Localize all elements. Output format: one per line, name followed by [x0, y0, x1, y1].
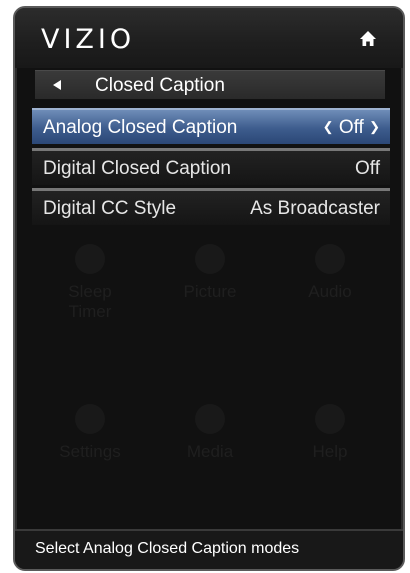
background-main-menu: Sleep Timer Picture Audio Settings Media…: [35, 244, 385, 514]
breadcrumb-bar[interactable]: Closed Caption: [35, 70, 385, 99]
chevron-right-icon[interactable]: ❯: [369, 119, 380, 134]
help-icon: [315, 404, 345, 434]
chevron-left-icon[interactable]: ❮: [323, 119, 334, 134]
media-icon: [195, 404, 225, 434]
tv-menu-panel: VIZIO Closed Caption Analog Closed Capti…: [13, 6, 405, 571]
clock-icon: [75, 244, 105, 274]
ghost-item-media: Media: [155, 404, 265, 462]
ghost-item-sleep-timer: Sleep Timer: [35, 244, 145, 322]
menu-item-digital-cc-style[interactable]: Digital CC Style As Broadcaster: [32, 188, 390, 225]
status-text: Select Analog Closed Caption modes: [35, 540, 300, 557]
status-bar: Select Analog Closed Caption modes: [15, 529, 403, 569]
back-arrow-icon[interactable]: [53, 80, 61, 90]
ghost-item-settings: Settings: [35, 404, 145, 462]
picture-icon: [195, 244, 225, 274]
vizio-logo: VIZIO: [41, 24, 136, 55]
menu-item-analog-closed-caption[interactable]: Analog Closed Caption ❮ Off ❯: [32, 108, 390, 144]
menu-item-label: Digital Closed Caption: [43, 158, 231, 179]
menu-item-value: Off: [355, 158, 380, 179]
ghost-item-audio: Audio: [275, 244, 385, 302]
menu-item-value: As Broadcaster: [250, 198, 380, 219]
menu-item-digital-closed-caption[interactable]: Digital Closed Caption Off: [32, 148, 390, 185]
ghost-item-picture: Picture: [155, 244, 265, 302]
page-title: Closed Caption: [95, 75, 225, 96]
menu-item-label: Digital CC Style: [43, 198, 177, 219]
header-bar: VIZIO: [15, 8, 403, 68]
menu-item-value[interactable]: ❮ Off ❯: [323, 117, 380, 139]
menu-item-label: Analog Closed Caption: [43, 117, 238, 138]
gear-icon: [75, 404, 105, 434]
audio-icon: [315, 244, 345, 274]
home-icon[interactable]: [359, 30, 377, 48]
ghost-item-help: Help: [275, 404, 385, 462]
